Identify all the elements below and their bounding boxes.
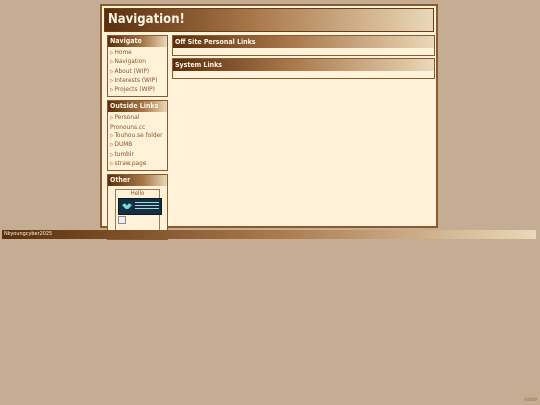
nav-link-label: Home — [114, 48, 132, 56]
title-bar: Navigation! — [104, 8, 434, 32]
triangle-right-icon: ▷ — [110, 68, 114, 75]
nav-link-label: Interests (WIP) — [114, 75, 158, 84]
offsite-links-heading: Off Site Personal Links — [173, 36, 434, 48]
outside-link-tumblr[interactable]: ▷tumblr — [110, 150, 165, 159]
triangle-right-icon: ▷ — [110, 142, 114, 149]
other-widget: Hello — [115, 189, 162, 236]
nav-link-label: Projects (WIP) — [114, 85, 155, 94]
outside-links-box: Outside Links ▷Personal Pronouns.cc ▷Tou… — [107, 100, 168, 172]
system-links-body — [173, 71, 434, 78]
navigate-heading: Navigate — [108, 36, 167, 47]
outside-link-dumb[interactable]: ▷DUMB — [110, 140, 165, 149]
outside-link-strawpage[interactable]: ▷straw.page — [110, 159, 165, 168]
nav-link-home[interactable]: ▷Home — [110, 48, 165, 57]
outside-link-label: Personal Pronouns.cc — [110, 113, 146, 131]
corner-mark: st4tk9 — [524, 398, 537, 403]
outside-link-label: DUMB — [114, 140, 133, 149]
system-links-heading: System Links — [173, 59, 434, 71]
navigate-box: Navigate ▷Home ▷Navigation ▷About (WIP) … — [107, 35, 168, 98]
triangle-right-icon: ▷ — [110, 151, 114, 158]
triangle-right-icon: ▷ — [110, 77, 114, 84]
triangle-right-icon: ▷ — [110, 59, 114, 66]
outside-links-heading: Outside Links — [108, 101, 167, 113]
outside-link-pronouns[interactable]: ▷Personal Pronouns.cc — [110, 113, 165, 131]
site-frame: Navigation! Navigate ▷Home ▷Navigation ▷… — [100, 4, 438, 241]
nav-link-interests[interactable]: ▷Interests (WIP) — [110, 76, 165, 85]
main-content: Off Site Personal Links System Links — [172, 35, 435, 81]
nav-link-label: Navigation — [114, 57, 147, 66]
outside-links-list: ▷Personal Pronouns.cc ▷Touhou.se folder … — [108, 112, 167, 170]
outside-link-label: Touhou.se folder — [114, 131, 163, 140]
nav-link-projects[interactable]: ▷Projects (WIP) — [110, 85, 165, 94]
system-links-section: System Links — [172, 58, 435, 79]
triangle-right-icon: ▷ — [110, 133, 114, 140]
nav-link-navigation[interactable]: ▷Navigation — [110, 57, 165, 66]
broken-image-icon — [118, 216, 126, 225]
footer-bar: Nkyoungcyber2025 — [2, 230, 536, 239]
button-banner-image[interactable] — [118, 198, 162, 216]
footer-credit: Nkyoungcyber2025 — [4, 231, 53, 237]
hello-text: Hello — [130, 190, 145, 198]
offsite-links-section: Off Site Personal Links — [172, 35, 435, 56]
nav-link-about[interactable]: ▷About (WIP) — [110, 67, 165, 76]
triangle-right-icon: ▷ — [110, 87, 114, 94]
triangle-right-icon: ▷ — [110, 160, 114, 167]
navigate-list: ▷Home ▷Navigation ▷About (WIP) ▷Interest… — [108, 47, 167, 96]
triangle-right-icon: ▷ — [110, 50, 114, 56]
page-title: Navigation! — [108, 12, 185, 27]
outside-link-label: tumblr — [114, 149, 134, 158]
triangle-right-icon: ▷ — [110, 115, 114, 122]
offsite-links-body — [173, 48, 434, 55]
outside-link-label: straw.page — [114, 158, 147, 167]
other-heading: Other — [108, 175, 167, 187]
sidebar: Navigate ▷Home ▷Navigation ▷About (WIP) … — [107, 35, 168, 243]
banner-text-graphic — [135, 202, 159, 212]
nav-link-label: About (WIP) — [114, 66, 150, 75]
bat-icon — [122, 203, 132, 210]
outside-link-touhou[interactable]: ▷Touhou.se folder — [110, 131, 165, 140]
